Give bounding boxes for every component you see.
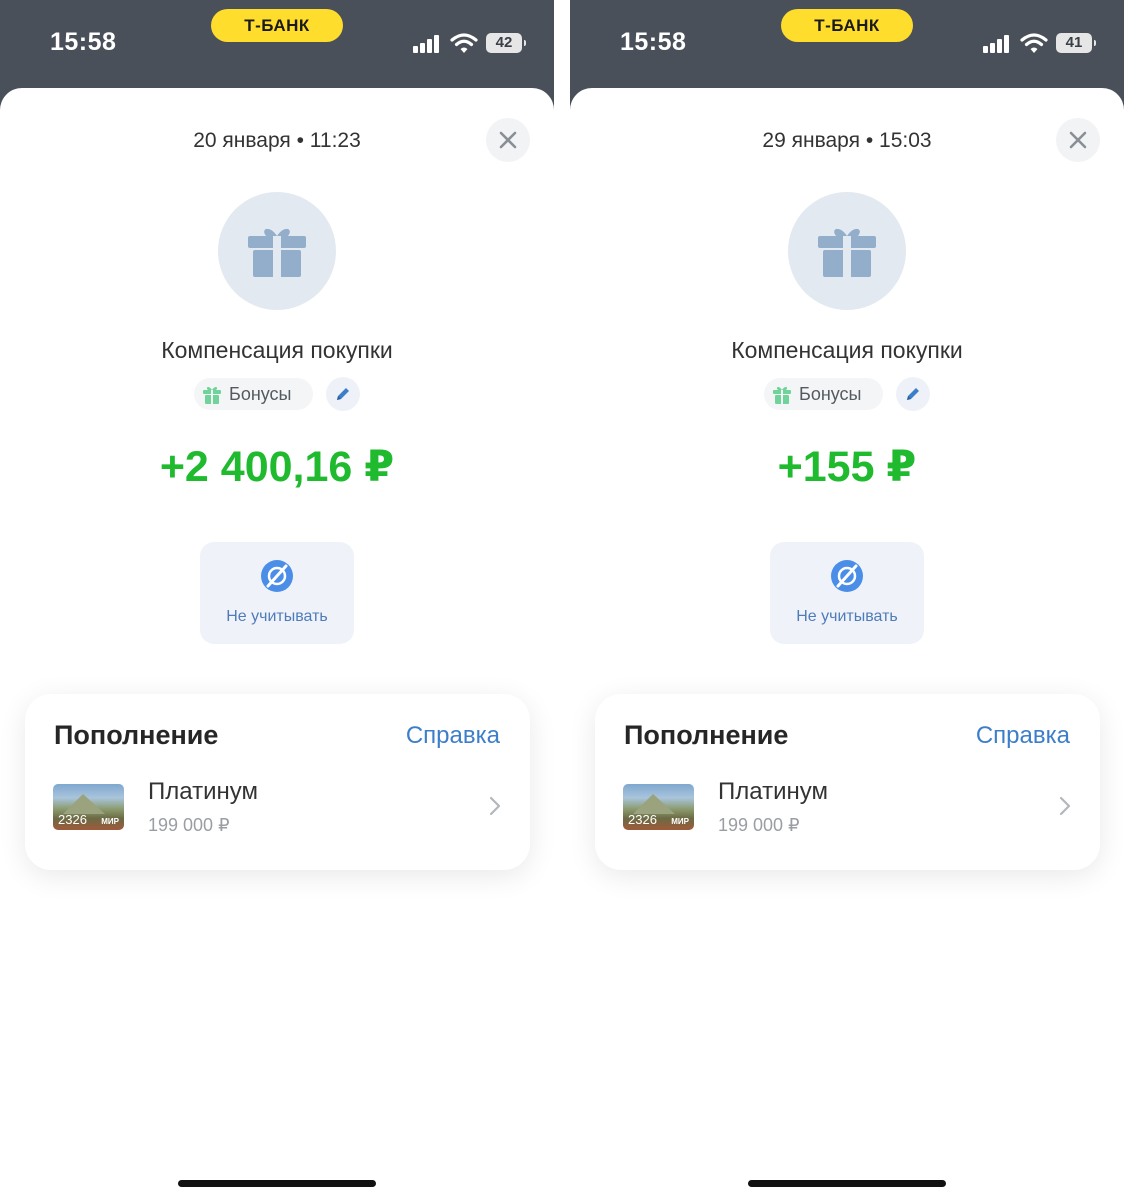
brand-badge: Т-БАНК bbox=[211, 9, 343, 42]
operation-details-card: Пополнение Справка 2326 МИР Платинум 199… bbox=[595, 694, 1100, 870]
transaction-title: Компенсация покупки bbox=[731, 337, 963, 363]
battery-icon: 42 bbox=[486, 33, 526, 53]
close-button[interactable] bbox=[486, 118, 530, 162]
gift-icon bbox=[248, 228, 306, 277]
transaction-amount: +2 400,16 ₽ bbox=[159, 443, 395, 491]
signal-icon bbox=[983, 35, 1013, 53]
brand-badge: Т-БАНК bbox=[781, 9, 913, 42]
section-title: Пополнение bbox=[624, 720, 789, 750]
edit-icon bbox=[907, 388, 919, 400]
card-thumbnail: 2326 МИР bbox=[623, 784, 694, 830]
close-button[interactable] bbox=[1056, 118, 1100, 162]
gift-icon bbox=[203, 386, 221, 404]
ignore-label: Не учитывать bbox=[796, 608, 898, 625]
status-time: 15:58 bbox=[50, 28, 117, 56]
edit-category-button[interactable] bbox=[896, 377, 930, 411]
transaction-amount: +155 ₽ bbox=[777, 443, 917, 491]
category-tag[interactable]: Бонусы bbox=[764, 378, 883, 410]
account-row[interactable]: 2326 МИР Платинум 199 000 ₽ bbox=[25, 778, 530, 850]
operation-details-card: Пополнение Справка 2326 МИР Платинум 199… bbox=[25, 694, 530, 870]
help-link[interactable]: Справка bbox=[406, 722, 500, 750]
category-label: Бонусы bbox=[799, 384, 862, 404]
edit-icon bbox=[337, 388, 349, 400]
transaction-sheet: 29 января • 15:03 Компенсация покупки Бо… bbox=[570, 88, 1124, 1200]
account-name: Платинум bbox=[718, 778, 828, 805]
wifi-icon bbox=[450, 33, 478, 53]
signal-icon bbox=[413, 35, 443, 53]
home-indicator[interactable] bbox=[178, 1180, 376, 1187]
category-tag[interactable]: Бонусы bbox=[194, 378, 313, 410]
gift-avatar bbox=[788, 192, 906, 310]
gift-icon bbox=[773, 386, 791, 404]
ignore-label: Не учитывать bbox=[226, 608, 328, 625]
category-label: Бонусы bbox=[229, 384, 292, 404]
battery-icon: 41 bbox=[1056, 33, 1096, 53]
transaction-title: Компенсация покупки bbox=[161, 337, 393, 363]
close-icon bbox=[1069, 131, 1087, 149]
transaction-date: 20 января • 11:23 bbox=[193, 129, 361, 152]
home-indicator[interactable] bbox=[748, 1180, 946, 1187]
wifi-icon bbox=[1020, 33, 1048, 53]
edit-category-button[interactable] bbox=[326, 377, 360, 411]
card-brand: МИР bbox=[671, 817, 689, 826]
ignore-in-analytics-button[interactable]: Не учитывать bbox=[200, 542, 354, 644]
eye-off-icon bbox=[261, 560, 293, 592]
chevron-right-icon bbox=[1059, 796, 1071, 816]
account-balance: 199 000 ₽ bbox=[148, 815, 230, 835]
transaction-screen-2: 15:58 Т-БАНК 41 29 января • 15:03 Компен… bbox=[570, 0, 1124, 1200]
account-name: Платинум bbox=[148, 778, 258, 805]
status-time: 15:58 bbox=[620, 28, 687, 56]
card-number: 2326 bbox=[58, 812, 87, 827]
card-number: 2326 bbox=[628, 812, 657, 827]
section-title: Пополнение bbox=[54, 720, 219, 750]
chevron-right-icon bbox=[489, 796, 501, 816]
ignore-in-analytics-button[interactable]: Не учитывать bbox=[770, 542, 924, 644]
card-brand: МИР bbox=[101, 817, 119, 826]
transaction-screen-1: 15:58 Т-БАНК 42 20 января • 11:23 Компен… bbox=[0, 0, 554, 1200]
gift-avatar bbox=[218, 192, 336, 310]
card-thumbnail: 2326 МИР bbox=[53, 784, 124, 830]
gift-icon bbox=[818, 228, 876, 277]
account-row[interactable]: 2326 МИР Платинум 199 000 ₽ bbox=[595, 778, 1100, 850]
account-balance: 199 000 ₽ bbox=[718, 815, 800, 835]
transaction-sheet: 20 января • 11:23 Компенсация покупки Бо… bbox=[0, 88, 554, 1200]
help-link[interactable]: Справка bbox=[976, 722, 1070, 750]
eye-off-icon bbox=[831, 560, 863, 592]
close-icon bbox=[499, 131, 517, 149]
transaction-date: 29 января • 15:03 bbox=[762, 129, 932, 152]
